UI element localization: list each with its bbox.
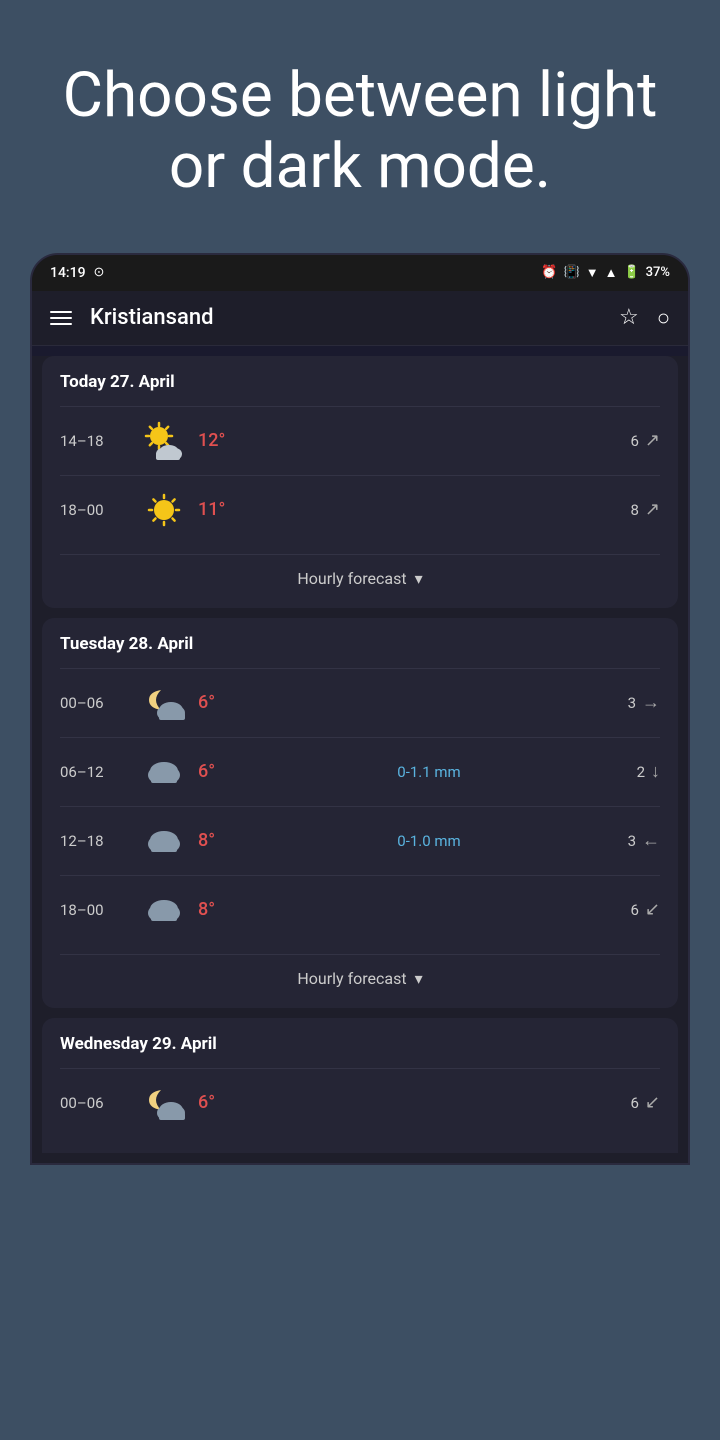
- favorite-icon[interactable]: ☆: [619, 305, 639, 331]
- wind-info: 6 ↗: [600, 430, 660, 451]
- time-label: 00–06: [60, 1094, 130, 1112]
- phone-mockup: 14:19 ⊙ ⏰ 📳 ▼ ▲ 🔋 37% Kristiansand ☆ ○ T…: [30, 253, 690, 1165]
- wind-direction-icon: ←: [642, 830, 660, 851]
- status-dot-icon: ⊙: [94, 265, 105, 280]
- temperature: 11°: [198, 499, 258, 520]
- day-title-today: Today 27. April: [60, 372, 660, 392]
- wind-info: 6 ↙: [600, 899, 660, 920]
- precipitation: 0-1.1 mm: [258, 763, 600, 781]
- wind-direction-icon: ↗: [645, 430, 660, 451]
- table-row: 12–18 8° 0-1.0 mm 3 ←: [60, 806, 660, 875]
- wind-speed: 3: [628, 694, 636, 712]
- temperature: 6°: [198, 1092, 258, 1113]
- battery-icon: 🔋: [623, 265, 639, 280]
- wind-speed: 6: [630, 432, 638, 450]
- status-right: ⏰ 📳 ▼ ▲ 🔋 37%: [541, 265, 670, 281]
- wind-speed: 3: [628, 832, 636, 850]
- wind-info: 8 ↗: [600, 499, 660, 520]
- wind-direction-icon: ↙: [645, 1092, 660, 1113]
- chevron-down-icon: ▾: [415, 569, 423, 588]
- battery-percent: 37%: [646, 265, 670, 280]
- app-bar-icons: ☆ ○: [619, 305, 670, 331]
- table-row: 14–18: [60, 406, 660, 475]
- search-icon[interactable]: ○: [657, 305, 670, 331]
- signal-icon: ▲: [605, 265, 618, 281]
- day-title-tuesday: Tuesday 28. April: [60, 634, 660, 654]
- wind-direction-icon: →: [642, 692, 660, 713]
- hero-title: Choose between light or dark mode.: [40, 60, 680, 203]
- wind-info: 3 →: [600, 692, 660, 713]
- table-row: 00–06 6° 6 ↙: [60, 1068, 660, 1137]
- wind-speed: 6: [630, 901, 638, 919]
- time-label: 14–18: [60, 432, 130, 450]
- weather-icon-sunny: [140, 486, 188, 534]
- time-label: 18–00: [60, 901, 130, 919]
- status-left: 14:19 ⊙: [50, 265, 104, 281]
- table-row: 18–00: [60, 475, 660, 544]
- temperature: 8°: [198, 830, 258, 851]
- temperature: 6°: [198, 692, 258, 713]
- hamburger-menu[interactable]: [50, 311, 72, 325]
- vibrate-icon: 📳: [564, 265, 580, 280]
- wind-speed: 6: [630, 1094, 638, 1112]
- day-title-wednesday: Wednesday 29. April: [60, 1034, 660, 1054]
- weather-content: Today 27. April 14–18: [32, 356, 688, 1163]
- day-card-today: Today 27. April 14–18: [42, 356, 678, 608]
- weather-icon-partly-sunny: [140, 417, 188, 465]
- hourly-forecast-button[interactable]: Hourly forecast ▾: [60, 554, 660, 592]
- chevron-down-icon: ▾: [415, 969, 423, 988]
- time-label: 12–18: [60, 832, 130, 850]
- time-label: 06–12: [60, 763, 130, 781]
- wind-info: 6 ↙: [600, 1092, 660, 1113]
- wind-speed: 2: [637, 763, 645, 781]
- wind-direction-icon: ↗: [645, 499, 660, 520]
- wifi-icon: ▼: [586, 265, 599, 281]
- wind-direction-icon: ↓: [651, 761, 660, 782]
- hero-section: Choose between light or dark mode.: [0, 0, 720, 253]
- wind-info: 3 ←: [600, 830, 660, 851]
- city-title: Kristiansand: [90, 305, 619, 330]
- day-card-wednesday: Wednesday 29. April 00–06 6° 6: [42, 1018, 678, 1153]
- table-row: 18–00 8° 6 ↙: [60, 875, 660, 944]
- day-card-tuesday: Tuesday 28. April 00–06 6°: [42, 618, 678, 1008]
- precipitation: 0-1.0 mm: [258, 832, 600, 850]
- wind-info: 2 ↓: [600, 761, 660, 782]
- temperature: 12°: [198, 430, 258, 451]
- hourly-forecast-button-tuesday[interactable]: Hourly forecast ▾: [60, 954, 660, 992]
- time-label: 18–00: [60, 501, 130, 519]
- weather-icon-night-cloudy: [140, 679, 188, 727]
- temperature: 6°: [198, 761, 258, 782]
- wind-direction-icon: ↙: [645, 899, 660, 920]
- wind-speed: 8: [630, 501, 638, 519]
- table-row: 00–06 6° 3 →: [60, 668, 660, 737]
- time-label: 00–06: [60, 694, 130, 712]
- status-bar: 14:19 ⊙ ⏰ 📳 ▼ ▲ 🔋 37%: [32, 255, 688, 291]
- weather-icon-night-cloudy: [140, 1079, 188, 1127]
- weather-icon-cloudy: [140, 817, 188, 865]
- weather-icon-cloudy: [140, 748, 188, 796]
- app-bar: Kristiansand ☆ ○: [32, 291, 688, 346]
- hourly-forecast-label: Hourly forecast: [297, 569, 406, 588]
- hourly-forecast-label: Hourly forecast: [297, 969, 406, 988]
- alarm-icon: ⏰: [541, 265, 557, 280]
- table-row: 06–12 6° 0-1.1 mm 2 ↓: [60, 737, 660, 806]
- weather-icon-cloudy: [140, 886, 188, 934]
- status-time: 14:19: [50, 265, 86, 281]
- temperature: 8°: [198, 899, 258, 920]
